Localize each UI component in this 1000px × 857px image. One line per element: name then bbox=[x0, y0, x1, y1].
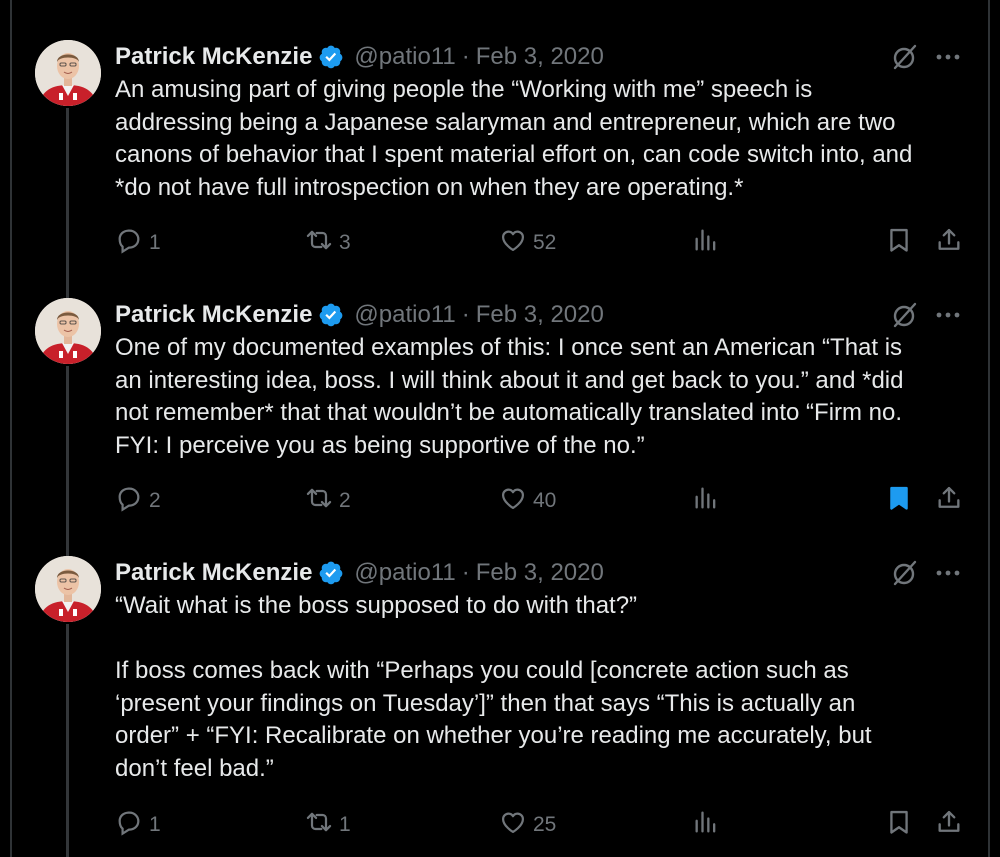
views-icon bbox=[692, 484, 720, 518]
heart-icon bbox=[499, 808, 527, 842]
reply-icon bbox=[115, 226, 143, 260]
heart-icon bbox=[499, 226, 527, 260]
reply-count: 1 bbox=[149, 813, 161, 836]
retweet-icon bbox=[305, 484, 333, 518]
retweet-icon bbox=[305, 808, 333, 842]
tweet-text: One of my documented examples of this: I… bbox=[115, 332, 975, 462]
tweet-text-line: an interesting idea, boss. I will think … bbox=[115, 366, 904, 394]
tweet-text-line: not remember* that that wouldn’t be auto… bbox=[115, 399, 903, 426]
share-icon bbox=[935, 226, 963, 260]
share-button[interactable] bbox=[935, 226, 963, 260]
avatar[interactable] bbox=[35, 556, 101, 622]
retweet-count: 2 bbox=[339, 489, 351, 512]
grok-icon[interactable] bbox=[891, 301, 919, 329]
author-name[interactable]: Patrick McKenzie bbox=[115, 301, 312, 329]
bookmark-button[interactable] bbox=[885, 484, 913, 518]
more-icon[interactable] bbox=[934, 44, 962, 70]
retweet-icon bbox=[305, 226, 333, 260]
tweet-text-line: An amusing part of giving people the “Wo… bbox=[115, 76, 813, 103]
bookmark-icon bbox=[885, 808, 913, 842]
bookmark-button[interactable] bbox=[885, 226, 913, 260]
separator-dot: · bbox=[461, 559, 470, 586]
bookmark-button[interactable] bbox=[885, 808, 913, 842]
share-button[interactable] bbox=[935, 484, 963, 518]
tweet-text-line: addressing being a Japanese salaryman an… bbox=[115, 108, 896, 136]
tweet-actions: 2 2 40 bbox=[0, 484, 1000, 518]
more-icon[interactable] bbox=[934, 302, 962, 328]
bookmark-icon bbox=[885, 226, 913, 260]
tweet-header: Patrick McKenzie @patio11 · Feb 3, 2020 bbox=[115, 42, 604, 72]
like-count: 25 bbox=[533, 813, 557, 836]
share-icon bbox=[935, 808, 963, 842]
tweet-text-line: “Wait what is the boss supposed to do wi… bbox=[115, 592, 638, 619]
grok-icon[interactable] bbox=[891, 559, 919, 587]
reply-button[interactable]: 1 bbox=[115, 808, 161, 842]
reply-count: 1 bbox=[149, 231, 161, 254]
views-button[interactable] bbox=[692, 484, 720, 518]
tweet-header: Patrick McKenzie @patio11 · Feb 3, 2020 bbox=[115, 300, 604, 330]
tweet-text-line: ‘present your findings on Tuesday’]” the… bbox=[115, 689, 856, 717]
tweet-text: “Wait what is the boss supposed to do wi… bbox=[115, 590, 975, 785]
verified-badge-icon bbox=[318, 44, 344, 70]
retweet-button[interactable]: 2 bbox=[305, 484, 351, 518]
like-button[interactable]: 52 bbox=[499, 226, 556, 260]
heart-icon bbox=[499, 484, 527, 518]
tweet-date[interactable]: Feb 3, 2020 bbox=[476, 43, 604, 71]
paragraph-break bbox=[115, 623, 975, 656]
views-icon bbox=[692, 808, 720, 842]
tweet-text-line: *do not have full introspection on when … bbox=[115, 173, 744, 201]
tweet-text-line: FYI: I perceive you as being supportive … bbox=[115, 431, 645, 459]
reply-button[interactable]: 1 bbox=[115, 226, 161, 260]
like-button[interactable]: 40 bbox=[499, 484, 556, 518]
tweet-header: Patrick McKenzie @patio11 · Feb 3, 2020 bbox=[115, 558, 604, 588]
tweet-actions: 1 1 25 bbox=[0, 808, 1000, 842]
tweet[interactable]: Patrick McKenzie @patio11 · Feb 3, 2020 … bbox=[0, 298, 1000, 528]
tweet-text-line: canons of behavior that I spent material… bbox=[115, 141, 913, 168]
tweet-date[interactable]: Feb 3, 2020 bbox=[476, 559, 604, 587]
like-count: 40 bbox=[533, 489, 557, 512]
reply-count: 2 bbox=[149, 489, 161, 512]
share-icon bbox=[935, 484, 963, 518]
bookmark-icon bbox=[885, 484, 913, 518]
retweet-button[interactable]: 3 bbox=[305, 226, 351, 260]
retweet-button[interactable]: 1 bbox=[305, 808, 351, 842]
reply-button[interactable]: 2 bbox=[115, 484, 161, 518]
views-icon bbox=[692, 226, 720, 260]
separator-dot: · bbox=[461, 301, 470, 328]
reply-icon bbox=[115, 808, 143, 842]
verified-badge-icon bbox=[318, 560, 344, 586]
separator-dot: · bbox=[461, 43, 470, 70]
like-count: 52 bbox=[533, 231, 557, 254]
tweet[interactable]: Patrick McKenzie @patio11 · Feb 3, 2020 … bbox=[0, 556, 1000, 856]
avatar[interactable] bbox=[35, 298, 101, 364]
tweet-text: An amusing part of giving people the “Wo… bbox=[115, 74, 975, 204]
views-button[interactable] bbox=[692, 808, 720, 842]
retweet-count: 1 bbox=[339, 813, 351, 836]
views-button[interactable] bbox=[692, 226, 720, 260]
author-name[interactable]: Patrick McKenzie bbox=[115, 43, 312, 71]
author-handle[interactable]: @patio11 bbox=[354, 559, 455, 587]
tweet-actions: 1 3 52 bbox=[0, 226, 1000, 260]
grok-icon[interactable] bbox=[891, 43, 919, 71]
reply-icon bbox=[115, 484, 143, 518]
share-button[interactable] bbox=[935, 808, 963, 842]
tweet-text-line: order” + “FYI: Recalibrate on whether yo… bbox=[115, 722, 872, 749]
author-handle[interactable]: @patio11 bbox=[354, 43, 455, 71]
like-button[interactable]: 25 bbox=[499, 808, 556, 842]
tweet-text-line: One of my documented examples of this: I… bbox=[115, 334, 903, 361]
tweet[interactable]: Patrick McKenzie @patio11 · Feb 3, 2020 … bbox=[0, 40, 1000, 270]
verified-badge-icon bbox=[318, 302, 344, 328]
more-icon[interactable] bbox=[934, 560, 962, 586]
avatar[interactable] bbox=[35, 40, 101, 106]
author-handle[interactable]: @patio11 bbox=[354, 301, 455, 329]
retweet-count: 3 bbox=[339, 231, 351, 254]
tweet-text-line: If boss comes back with “Perhaps you cou… bbox=[115, 657, 849, 684]
author-name[interactable]: Patrick McKenzie bbox=[115, 559, 312, 587]
tweet-date[interactable]: Feb 3, 2020 bbox=[476, 301, 604, 329]
tweet-text-line: don’t feel bad.” bbox=[115, 754, 274, 782]
